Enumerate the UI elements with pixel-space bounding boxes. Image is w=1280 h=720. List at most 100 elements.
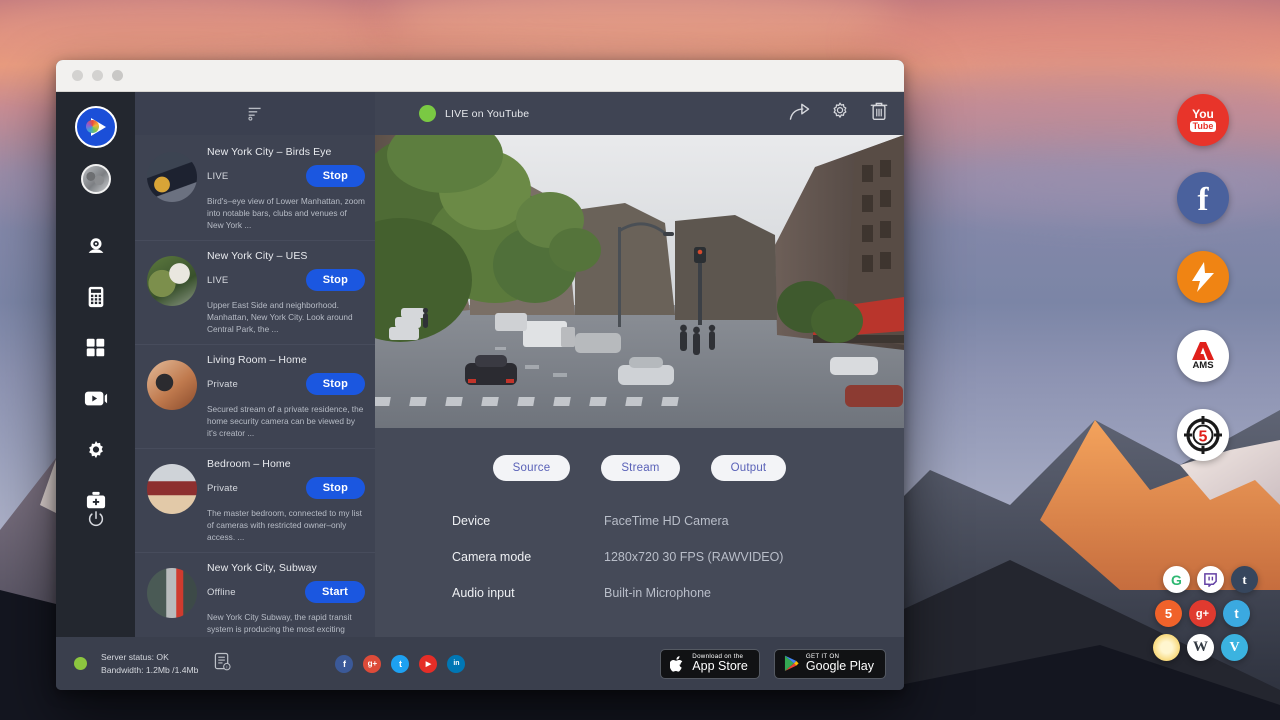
info-value[interactable]: 1280x720 30 FPS (RAWVIDEO) (604, 550, 783, 564)
live-status-label: LIVE on YouTube (445, 108, 529, 120)
app-logo[interactable] (75, 106, 117, 148)
camera-status: Private (207, 379, 238, 390)
ams-label: AMS (1192, 361, 1213, 371)
camera-status-row: Private Stop (207, 373, 365, 395)
camera-list[interactable]: New York City – Birds Eye LIVE Stop Bird… (135, 135, 375, 637)
delete-button[interactable] (870, 101, 888, 126)
icon-grid-row: W V (1155, 634, 1255, 661)
rail-item-broadcasts[interactable] (70, 373, 122, 424)
live-status-badge: LIVE on YouTube (419, 105, 529, 122)
camera-toggle-button[interactable]: Start (305, 581, 365, 603)
info-row-audio-input: Audio input Built-in Microphone (452, 586, 904, 600)
wowza-desktop-icon[interactable] (1177, 251, 1229, 303)
rail-item-devices[interactable] (70, 271, 122, 322)
facebook-icon[interactable]: f (335, 655, 353, 673)
camera-title: Bedroom – Home (207, 458, 365, 470)
toolbar-actions (789, 101, 888, 126)
camera-toggle-button[interactable]: Stop (306, 477, 365, 499)
twitter-small-icon[interactable]: t (1223, 600, 1250, 627)
adobe-ams-desktop-icon[interactable]: AMS (1177, 330, 1229, 382)
log-button[interactable]: i (214, 652, 231, 676)
rail-item-cameras[interactable] (70, 220, 122, 271)
power-icon (87, 510, 105, 528)
user-avatar[interactable] (81, 164, 111, 194)
camera-thumbnail (147, 256, 197, 306)
camera-info: Living Room – Home Private Stop Secured … (207, 354, 365, 439)
apple-icon (670, 655, 685, 673)
twitch-icon[interactable] (1197, 566, 1224, 593)
list-item[interactable]: Bedroom – Home Private Stop The master b… (135, 449, 375, 553)
facebook-desktop-icon[interactable]: f (1177, 172, 1229, 224)
vimeo-icon[interactable]: V (1221, 634, 1248, 661)
camera-status: Private (207, 483, 238, 494)
camera-title: New York City – Birds Eye (207, 146, 365, 158)
share-button[interactable] (789, 102, 810, 126)
icon-grid-row: G t (1155, 566, 1255, 593)
info-label: Device (452, 514, 604, 528)
camera-description: Secured stream of a private residence, t… (207, 403, 365, 439)
camera-toggle-button[interactable]: Stop (306, 373, 365, 395)
camera-status: Offline (207, 587, 236, 598)
share-icon (789, 102, 810, 121)
twitter-icon[interactable]: t (391, 655, 409, 673)
wordpress-icon[interactable]: W (1187, 634, 1214, 661)
app-store-big: App Store (692, 660, 748, 673)
grid-icon (85, 337, 106, 358)
app-store-badge[interactable]: Download on the App Store (660, 649, 760, 679)
youtube-icon[interactable]: ▶ (419, 655, 437, 673)
video-preview[interactable] (375, 135, 904, 428)
tab-stream[interactable]: Stream (601, 455, 679, 481)
gear-icon (830, 101, 850, 121)
camera-status-row: LIVE Stop (207, 269, 365, 291)
source-info-table: Device FaceTime HD Camera Camera mode 12… (452, 514, 904, 622)
tab-output[interactable]: Output (711, 455, 787, 481)
camera-status-row: LIVE Stop (207, 165, 365, 187)
channel5-small-icon[interactable]: 5 (1155, 600, 1182, 627)
camera-description: The master bedroom, connected to my list… (207, 507, 365, 543)
camera-toggle-button[interactable]: Stop (306, 269, 365, 291)
rail-item-dashboard[interactable] (70, 322, 122, 373)
facebook-f-glyph: f (1198, 184, 1209, 217)
camera-info: Bedroom – Home Private Stop The master b… (207, 458, 365, 543)
social-links: f g+ t ▶ in (335, 655, 465, 673)
linkedin-icon[interactable]: in (447, 655, 465, 673)
twitch-glyph (1203, 572, 1218, 587)
sun-icon[interactable] (1153, 634, 1180, 661)
rail-item-settings[interactable] (70, 424, 122, 475)
list-item[interactable]: New York City, Subway Offline Start New … (135, 553, 375, 637)
settings-button[interactable] (830, 101, 850, 126)
list-toolbar (135, 92, 375, 135)
list-item[interactable]: New York City – Birds Eye LIVE Stop Bird… (135, 137, 375, 241)
camera-thumbnail (147, 360, 197, 410)
main-toolbar: LIVE on YouTube (375, 92, 904, 135)
window-maximize-button[interactable] (112, 70, 123, 81)
googleplus-small-icon[interactable]: g+ (1189, 600, 1216, 627)
camera-description: Bird's–eye view of Lower Manhattan, zoom… (207, 195, 365, 231)
svg-text:5: 5 (1199, 429, 1208, 446)
app-window: New York City – Birds Eye LIVE Stop Bird… (56, 60, 904, 690)
bandwidth-text: Bandwidth: 1.2Mb /1.4Mb (101, 664, 198, 676)
video-icon (84, 389, 108, 408)
googleplus-icon[interactable]: g+ (363, 655, 381, 673)
camera-toggle-button[interactable]: Stop (306, 165, 365, 187)
server-status-text: Server status: OK (101, 651, 198, 663)
list-item[interactable]: New York City – UES LIVE Stop Upper East… (135, 241, 375, 345)
wowza-bolt-icon (1185, 259, 1221, 295)
info-value[interactable]: FaceTime HD Camera (604, 514, 729, 528)
tab-source[interactable]: Source (493, 455, 571, 481)
info-value[interactable]: Built-in Microphone (604, 586, 711, 600)
youtube-desktop-icon[interactable]: You Tube (1177, 94, 1229, 146)
channel5-desktop-icon[interactable]: 5 (1177, 409, 1229, 461)
webcam-icon (85, 235, 107, 257)
window-close-button[interactable] (72, 70, 83, 81)
tumblr-icon[interactable]: t (1231, 566, 1258, 593)
grabber-icon[interactable]: G (1163, 566, 1190, 593)
sort-icon[interactable] (247, 105, 264, 122)
list-item[interactable]: Living Room – Home Private Stop Secured … (135, 345, 375, 449)
rail-item-power[interactable] (70, 493, 122, 544)
google-play-badge[interactable]: GET IT ON Google Play (774, 649, 886, 679)
camera-thumbnail (147, 152, 197, 202)
left-rail (56, 92, 135, 637)
status-bar: Server status: OK Bandwidth: 1.2Mb /1.4M… (56, 637, 904, 690)
window-minimize-button[interactable] (92, 70, 103, 81)
